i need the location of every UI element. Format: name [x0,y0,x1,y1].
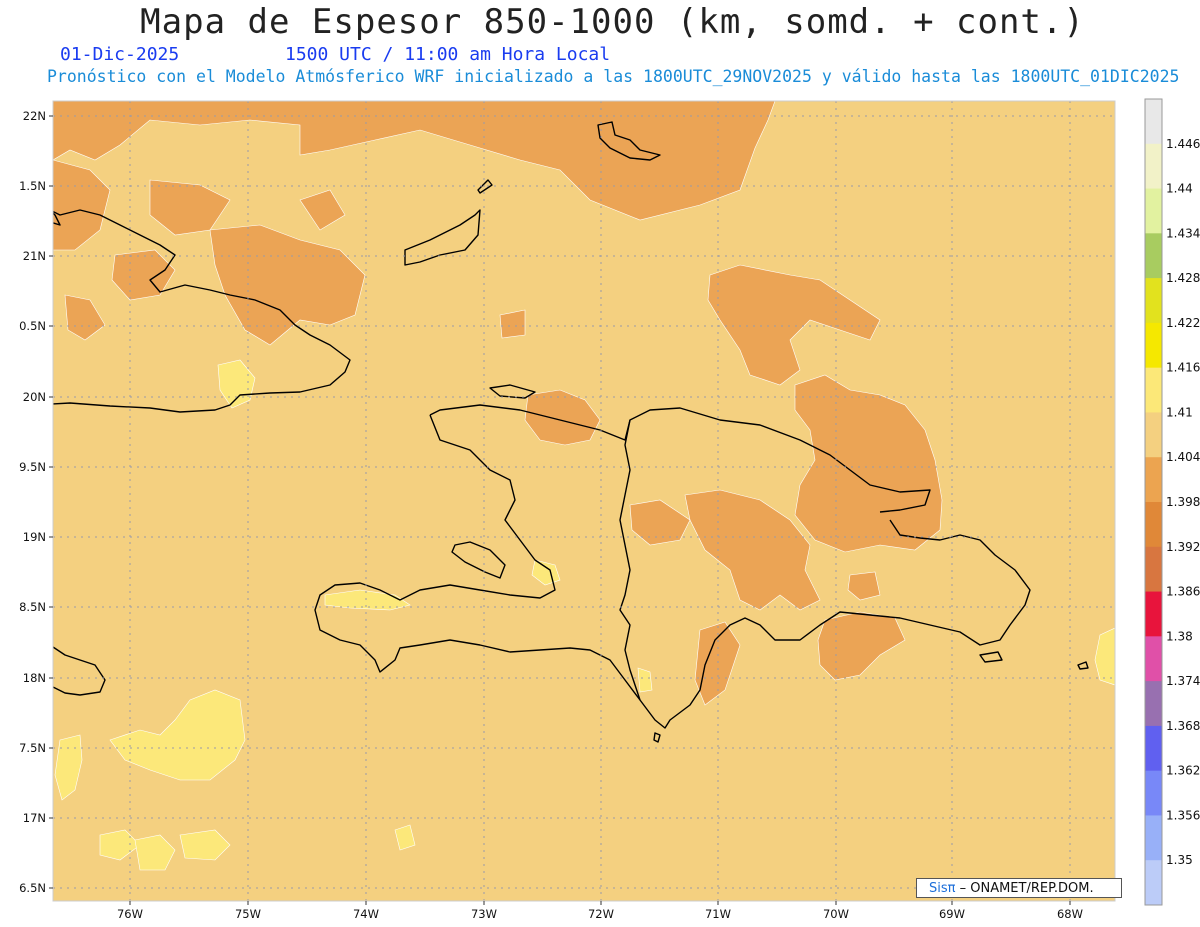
colorbar-swatch [1145,546,1162,592]
colorbar-label: 1.368 [1166,719,1200,733]
colorbar-label: 1.446 [1166,137,1200,151]
lat-tick-label: 1.5N [19,179,46,193]
colorbar-label: 1.362 [1166,764,1200,778]
lon-tick-label: 69W [939,907,965,921]
lat-tick-label: 17N [23,811,46,825]
colorbar-swatch [1145,725,1162,772]
colorbar-swatch [1145,770,1162,816]
colorbar-swatch [1145,860,1162,906]
lat-tick-label: 19N [23,530,46,544]
lat-tick-label: 0.5N [19,319,46,333]
lat-tick-label: 18N [23,671,46,685]
lat-tick-label: 7.5N [19,741,46,755]
colorbar-swatch [1145,457,1162,503]
colorbar-label: 1.416 [1166,361,1200,375]
colorbar-label: 1.38 [1166,629,1193,643]
colorbar-swatch [1145,815,1162,861]
lon-tick-label: 75W [235,907,261,921]
colorbar-label: 1.422 [1166,316,1200,330]
lat-tick-label: 22N [23,109,46,123]
colorbar-label: 1.44 [1166,182,1193,196]
lon-tick-label: 71W [705,907,731,921]
colorbar-swatch [1145,233,1162,279]
lon-tick-label: 74W [353,907,379,921]
colorbar-swatch [1145,143,1162,189]
colorbar-label: 1.434 [1166,226,1200,240]
colorbar-swatch [1145,188,1162,234]
colorbar-swatch [1145,636,1162,682]
lon-tick-label: 68W [1057,907,1083,921]
lat-tick-label: 6.5N [19,881,46,895]
lon-tick-label: 76W [117,907,143,921]
lat-tick-label: 8.5N [19,600,46,614]
map-field [53,101,1115,901]
lat-labels: 22N 1.5N 21N 0.5N 20N 9.5N 19N 8.5N 18N … [19,109,46,895]
lon-axis [129,901,1071,905]
thickness-map: 76W 75W 74W 73W 72W 71W 70W 69W 68W 22N … [19,98,1200,921]
credit-box: Sisπ – ONAMET/REP.DOM. [916,878,1122,898]
colorbar-label: 1.35 [1166,853,1193,867]
lat-tick-label: 21N [23,249,46,263]
colorbar-swatch [1145,502,1162,548]
lon-labels: 76W 75W 74W 73W 72W 71W 70W 69W 68W [117,907,1083,921]
colorbar: 1.446 1.44 1.434 1.428 1.422 1.416 1.41 1.404 1.… [1144,98,1200,906]
colorbar-label: 1.404 [1166,450,1200,464]
colorbar-label: 1.428 [1166,271,1200,285]
colorbar-swatch [1145,412,1162,458]
colorbar-swatch [1145,681,1162,727]
colorbar-label: 1.374 [1166,674,1200,688]
colorbar-label: 1.398 [1166,495,1200,509]
colorbar-label: 1.356 [1166,808,1200,822]
lon-tick-label: 72W [588,907,614,921]
credit-text: – ONAMET/REP.DOM. [955,881,1094,896]
lon-tick-label: 73W [471,907,497,921]
colorbar-swatch [1145,591,1162,637]
lon-tick-label: 70W [823,907,849,921]
colorbar-swatch [1145,322,1162,369]
lat-tick-label: 20N [23,390,46,404]
colorbar-label: 1.41 [1166,405,1193,419]
colorbar-label: 1.392 [1166,540,1200,554]
colorbar-swatch [1145,278,1162,324]
lat-axis [49,115,53,889]
lat-tick-label: 9.5N [19,460,46,474]
credit-brand: Sisπ [929,881,956,896]
colorbar-label: 1.386 [1166,585,1200,599]
colorbar-swatch [1145,367,1162,413]
colorbar-swatch [1145,99,1162,145]
